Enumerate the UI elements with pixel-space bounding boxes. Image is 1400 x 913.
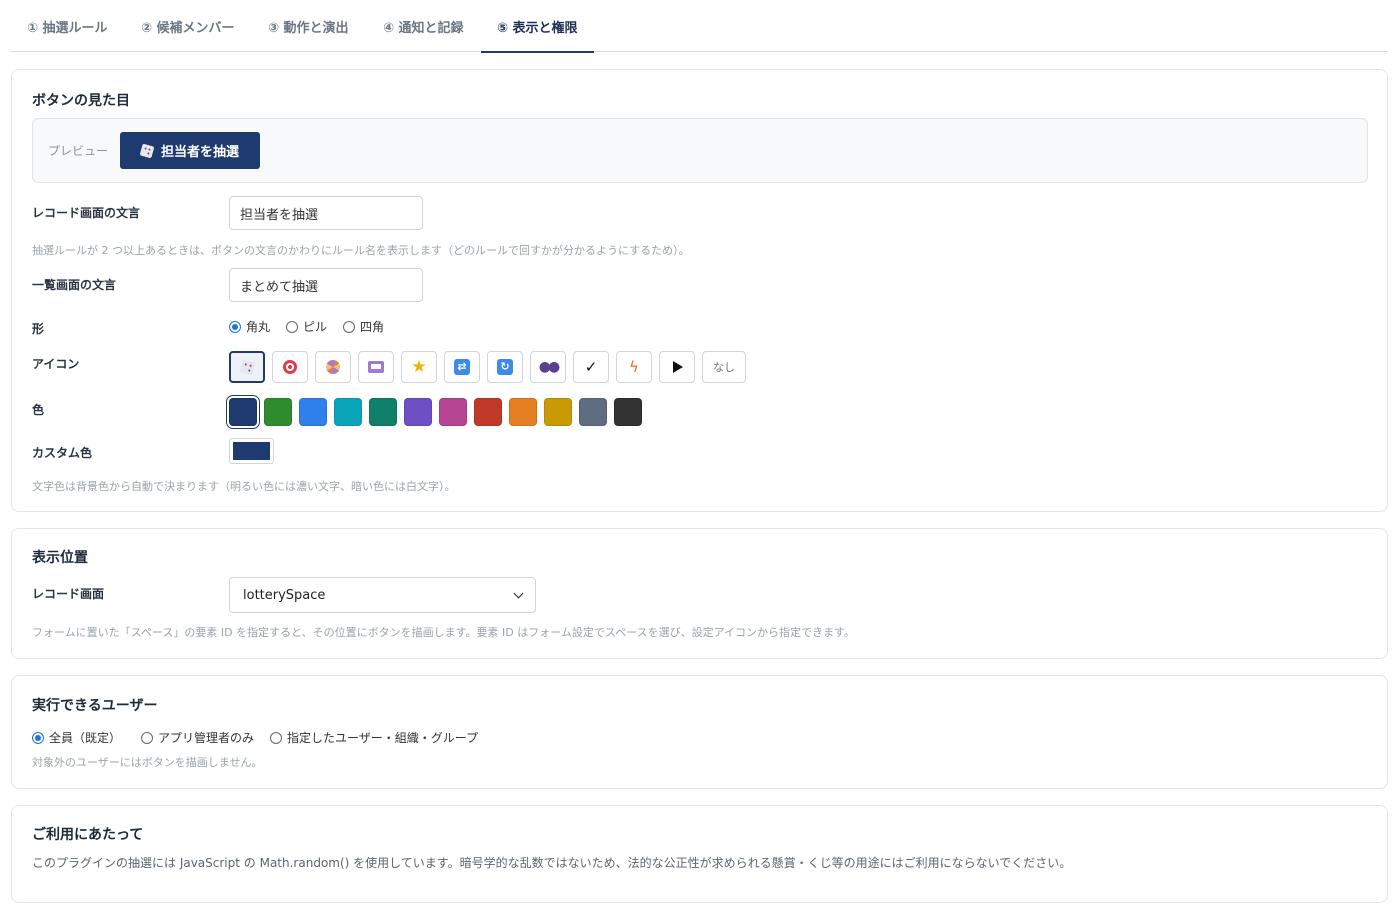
usage-notice-card: ご利用にあたって このプラグインの抽選には JavaScript の Math.… <box>11 805 1388 903</box>
record-text-label: レコード画面の文言 <box>32 206 141 220</box>
section-title: 表示位置 <box>32 550 88 566</box>
custom-color-fill <box>233 442 270 460</box>
color-swatch[interactable] <box>404 398 432 426</box>
icon-option-check[interactable]: ✓ <box>573 351 609 383</box>
check-icon: ✓ <box>584 357 598 376</box>
bolt-icon: ϟ <box>629 357 639 376</box>
icon-option-shuffle[interactable]: ⇄ <box>444 351 480 383</box>
custom-color-label: カスタム色 <box>32 446 93 460</box>
icon-option-refresh[interactable]: ↻ <box>487 351 523 383</box>
shape-radio-group: 角丸 ピル 四角 <box>229 318 400 335</box>
target-icon <box>283 360 297 374</box>
icon-option-play[interactable] <box>659 351 695 383</box>
color-swatch[interactable] <box>544 398 572 426</box>
icon-option-target[interactable] <box>272 351 308 383</box>
record-text-input[interactable] <box>229 196 423 230</box>
custom-color-input[interactable] <box>229 438 274 464</box>
tab-lottery-rules[interactable]: ① 抽選ルール <box>27 0 108 52</box>
shape-radio-rounded[interactable]: 角丸 <box>229 318 270 335</box>
icon-option-wheel[interactable] <box>315 351 351 383</box>
section-title: ご利用にあたって <box>32 827 144 843</box>
preview-label: プレビュー <box>48 144 109 158</box>
users-hint: 対象外のユーザーにはボタンを描画しません。 <box>32 756 263 769</box>
radio-label: アプリ管理者のみ <box>158 731 255 745</box>
refresh-icon: ↻ <box>497 359 513 375</box>
shape-radio-square[interactable]: 四角 <box>343 318 384 335</box>
radio-dot <box>32 731 44 744</box>
radio-dot <box>286 320 299 333</box>
color-swatch[interactable] <box>439 398 467 426</box>
icon-option-bolt[interactable]: ϟ <box>616 351 652 383</box>
color-swatch[interactable] <box>579 398 607 426</box>
color-swatch[interactable] <box>474 398 502 426</box>
color-swatch[interactable] <box>229 398 257 426</box>
icon-option-slot-machine[interactable] <box>358 351 394 383</box>
radio-label: 角丸 <box>246 320 271 334</box>
color-swatch[interactable] <box>299 398 327 426</box>
preview-box: プレビュー 担当者を抽選 <box>32 118 1368 183</box>
icon-label: アイコン <box>32 357 80 371</box>
radio-label: 全員（既定） <box>49 731 122 745</box>
tab-candidate-members[interactable]: ② 候補メンバー <box>141 0 235 52</box>
radio-dot <box>270 731 283 744</box>
play-icon <box>673 361 683 373</box>
space-hint: フォームに置いた「スペース」の要素 ID を指定すると、その位置にボタンを描画し… <box>32 626 855 639</box>
preview-button[interactable]: 担当者を抽選 <box>120 132 260 169</box>
icon-option-none[interactable]: なし <box>702 351 746 383</box>
usage-body: このプラグインの抽選には JavaScript の Math.random() … <box>32 856 1072 870</box>
section-title: ボタンの見た目 <box>32 93 130 109</box>
users-radio-specified[interactable]: 指定したユーザー・組織・グループ <box>270 729 478 746</box>
preview-button-label: 担当者を抽選 <box>160 145 239 160</box>
dice-icon <box>139 143 155 158</box>
section-title: 実行できるユーザー <box>32 698 158 714</box>
executable-users-card: 実行できるユーザー 全員（既定） アプリ管理者のみ 指定したユーザー・組織・グル… <box>11 675 1388 789</box>
radio-label: ピル <box>303 320 328 334</box>
color-swatch[interactable] <box>264 398 292 426</box>
icon-option-users[interactable]: ●● <box>530 351 566 383</box>
radio-dot <box>229 320 241 333</box>
star-icon: ★ <box>411 356 427 377</box>
tab-bar: ① 抽選ルール ② 候補メンバー ③ 動作と演出 ④ 通知と記録 ⑤ 表示と権限 <box>11 0 1388 53</box>
space-select-value: lotterySpace <box>243 587 326 603</box>
tab-display-permissions[interactable]: ⑤ 表示と権限 <box>481 0 594 53</box>
display-position-card: 表示位置 レコード画面 lotterySpace フォームに置いた「スペース」の… <box>11 528 1388 659</box>
color-label: 色 <box>32 403 45 417</box>
shape-radio-pill[interactable]: ピル <box>286 318 327 335</box>
icon-option-dice[interactable] <box>229 351 265 383</box>
color-hint: 文字色は背景色から自動で決まります（明るい色には濃い文字、暗い色には白文字）。 <box>32 480 456 493</box>
color-swatch[interactable] <box>509 398 537 426</box>
icon-picker: ★ ⇄ ↻ ●● ✓ ϟ なし <box>229 351 746 383</box>
radio-label: 指定したユーザー・組織・グループ <box>287 731 479 745</box>
shape-label: 形 <box>32 322 45 336</box>
space-select[interactable]: lotterySpace <box>229 577 536 613</box>
list-text-label: 一覧画面の文言 <box>32 278 117 292</box>
shuffle-icon: ⇄ <box>454 359 470 375</box>
wheel-icon <box>326 360 340 374</box>
users-radio-all[interactable]: 全員（既定） <box>32 729 121 746</box>
dice-icon <box>239 359 255 375</box>
users-icon: ●● <box>538 359 561 375</box>
users-radio-group: 全員（既定） アプリ管理者のみ 指定したユーザー・組織・グループ <box>32 729 494 746</box>
radio-label: 四角 <box>360 320 385 334</box>
color-picker <box>229 398 642 426</box>
list-text-input[interactable] <box>229 268 423 302</box>
radio-dot <box>141 731 154 744</box>
color-swatch[interactable] <box>369 398 397 426</box>
users-radio-admins[interactable]: アプリ管理者のみ <box>141 729 254 746</box>
record-screen-label: レコード画面 <box>32 587 105 601</box>
radio-dot <box>343 320 356 333</box>
slot-machine-icon <box>368 361 384 373</box>
icon-option-star[interactable]: ★ <box>401 351 437 383</box>
tab-notification-log[interactable]: ④ 通知と記録 <box>383 0 464 52</box>
button-appearance-card: ボタンの見た目 プレビュー 担当者を抽選 レコード画面の文言 抽選ルールが 2 … <box>11 69 1388 512</box>
color-swatch[interactable] <box>614 398 642 426</box>
tab-behavior-effects[interactable]: ③ 動作と演出 <box>268 0 349 52</box>
record-text-hint: 抽選ルールが 2 つ以上あるときは、ボタンの文言のかわりにルール名を表示します（… <box>32 244 690 257</box>
color-swatch[interactable] <box>334 398 362 426</box>
chevron-down-icon <box>513 588 524 598</box>
